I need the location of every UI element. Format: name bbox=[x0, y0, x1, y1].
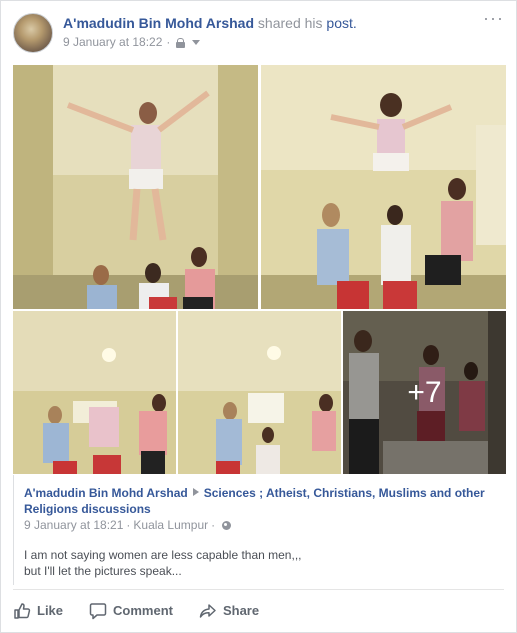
post-headline: A'madudin Bin Mohd Arshad shared his pos… bbox=[63, 15, 357, 31]
shared-post-meta: 9 January at 18:21 · Kuala Lumpur · bbox=[24, 518, 232, 532]
shared-post-text: I am not saying women are less capable t… bbox=[24, 547, 504, 579]
thumbs-up-icon bbox=[13, 602, 31, 620]
post-photo-5[interactable]: +7 bbox=[343, 311, 506, 474]
more-options-icon[interactable]: ··· bbox=[483, 9, 504, 27]
more-photos-count: +7 bbox=[407, 375, 442, 409]
share-arrow-icon bbox=[199, 602, 217, 620]
audience-caret-icon[interactable] bbox=[192, 39, 201, 45]
meta-separator: · bbox=[166, 35, 171, 49]
author-name[interactable]: A'madudin Bin Mohd Arshad bbox=[63, 15, 254, 31]
comment-icon bbox=[89, 602, 107, 620]
shared-post-text-line: but I'll let the pictures speak... bbox=[24, 564, 182, 578]
post-link[interactable]: post. bbox=[326, 15, 356, 31]
shared-post-date[interactable]: 9 January at 18:21 bbox=[24, 518, 123, 532]
meta-separator: · bbox=[126, 518, 131, 532]
post-actions: Like Comment Share bbox=[13, 589, 504, 631]
shared-post-location[interactable]: Kuala Lumpur bbox=[133, 518, 208, 532]
shared-post: A'madudin Bin Mohd Arshad Sciences ; Athe… bbox=[13, 475, 504, 585]
shared-post-text-line: I am not saying women are less capable t… bbox=[24, 548, 302, 562]
post-date[interactable]: 9 January at 18:22 bbox=[63, 35, 162, 49]
avatar[interactable] bbox=[13, 13, 53, 53]
like-label: Like bbox=[37, 603, 64, 618]
post-card: A'madudin Bin Mohd Arshad shared his pos… bbox=[0, 0, 517, 633]
lock-icon bbox=[176, 37, 186, 48]
comment-label: Comment bbox=[113, 603, 173, 618]
shared-author-name[interactable]: A'madudin Bin Mohd Arshad bbox=[24, 486, 188, 500]
shared-text: shared his bbox=[257, 15, 323, 31]
globe-icon bbox=[222, 520, 232, 530]
share-label: Share bbox=[222, 603, 260, 618]
shared-post-title: A'madudin Bin Mohd Arshad Sciences ; Athe… bbox=[24, 485, 504, 517]
arrow-right-icon bbox=[192, 488, 199, 496]
post-photo-3[interactable] bbox=[13, 311, 176, 474]
more-photos-overlay[interactable]: +7 bbox=[343, 311, 506, 474]
meta-separator: · bbox=[211, 518, 216, 532]
comment-button[interactable]: Comment bbox=[89, 602, 173, 620]
like-button[interactable]: Like bbox=[13, 602, 63, 620]
post-photo-4[interactable] bbox=[178, 311, 341, 474]
post-photo-1[interactable] bbox=[13, 65, 258, 309]
post-header: A'madudin Bin Mohd Arshad shared his pos… bbox=[13, 9, 504, 55]
share-button[interactable]: Share bbox=[199, 602, 259, 620]
post-meta: 9 January at 18:22 · bbox=[63, 35, 201, 49]
post-photo-2[interactable] bbox=[261, 65, 506, 309]
